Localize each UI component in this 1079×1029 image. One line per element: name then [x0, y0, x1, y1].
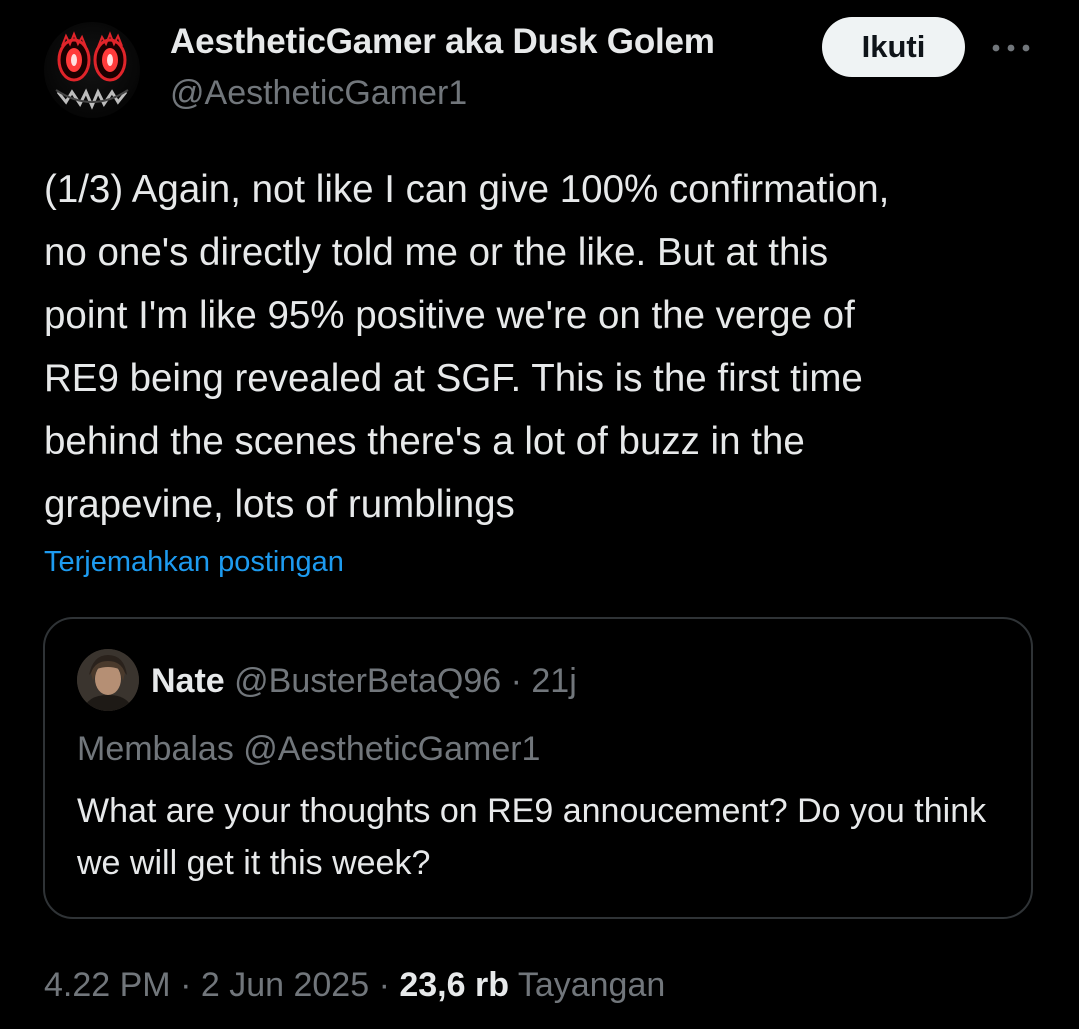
- user-portrait-icon: [77, 649, 139, 711]
- quote-timestamp[interactable]: 21j: [531, 662, 576, 700]
- views-label: Tayangan: [517, 966, 666, 1004]
- post-container: AestheticGamer aka Dusk Golem @Aesthetic…: [0, 0, 1079, 1029]
- translate-post-link[interactable]: Terjemahkan postingan: [44, 546, 344, 579]
- quote-author-handle[interactable]: @BusterBetaQ96: [234, 662, 501, 700]
- author-handle[interactable]: @AestheticGamer1: [170, 74, 467, 113]
- follow-button[interactable]: Ikuti: [822, 17, 965, 77]
- more-options-button[interactable]: [986, 30, 1036, 66]
- quoted-post-card[interactable]: Nate @BusterBetaQ96 · 21j Membalas @Aest…: [43, 617, 1033, 919]
- more-horizontal-icon: [992, 44, 1030, 52]
- post-meta: 4.22 PM · 2 Jun 2025 · 23,6 rb Tayangan: [44, 966, 665, 1005]
- quote-text: What are your thoughts on RE9 annoucemen…: [77, 792, 987, 882]
- quote-reply-to: Membalas @AestheticGamer1: [77, 730, 541, 768]
- post-time[interactable]: 4.22 PM: [44, 966, 171, 1004]
- post-date[interactable]: 2 Jun 2025: [201, 966, 369, 1004]
- demon-face-icon: [55, 31, 129, 110]
- post-text: (1/3) Again, not like I can give 100% co…: [44, 168, 890, 526]
- meta-separator: ·: [180, 966, 192, 1004]
- author-name[interactable]: AestheticGamer aka Dusk Golem: [170, 22, 715, 62]
- views-count[interactable]: 23,6 rb: [399, 966, 509, 1004]
- author-avatar[interactable]: [44, 22, 140, 118]
- meta-separator-2: ·: [378, 966, 390, 1004]
- quote-separator: ·: [510, 662, 522, 700]
- quote-author-name[interactable]: Nate: [151, 662, 225, 700]
- quote-header: Nate @BusterBetaQ96 · 21j: [151, 662, 577, 701]
- quote-author-avatar[interactable]: [77, 649, 139, 711]
